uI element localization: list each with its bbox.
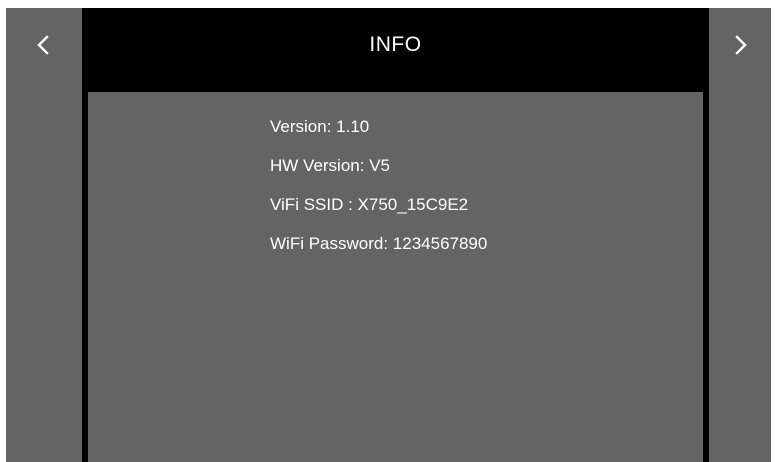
info-panel: Version: 1.10 HW Version: V5 ViFi SSID :… xyxy=(88,92,703,462)
device-screen: INFO Version: 1.10 HW Version: V5 ViFi S… xyxy=(6,8,771,462)
next-page-button[interactable] xyxy=(709,8,771,462)
info-list: Version: 1.10 HW Version: V5 ViFi SSID :… xyxy=(270,117,487,273)
page-title: INFO xyxy=(369,33,422,56)
wifi-password-text: WiFi Password: 1234567890 xyxy=(270,234,488,253)
chevron-right-icon xyxy=(735,35,747,55)
header-bar: INFO xyxy=(82,8,709,88)
wifi-ssid-text: ViFi SSID : X750_15C9E2 xyxy=(270,195,469,214)
hw-version-text: HW Version: V5 xyxy=(270,156,390,175)
version-text: Version: 1.10 xyxy=(270,117,370,136)
prev-page-button[interactable] xyxy=(6,8,82,462)
chevron-left-icon xyxy=(37,35,49,55)
